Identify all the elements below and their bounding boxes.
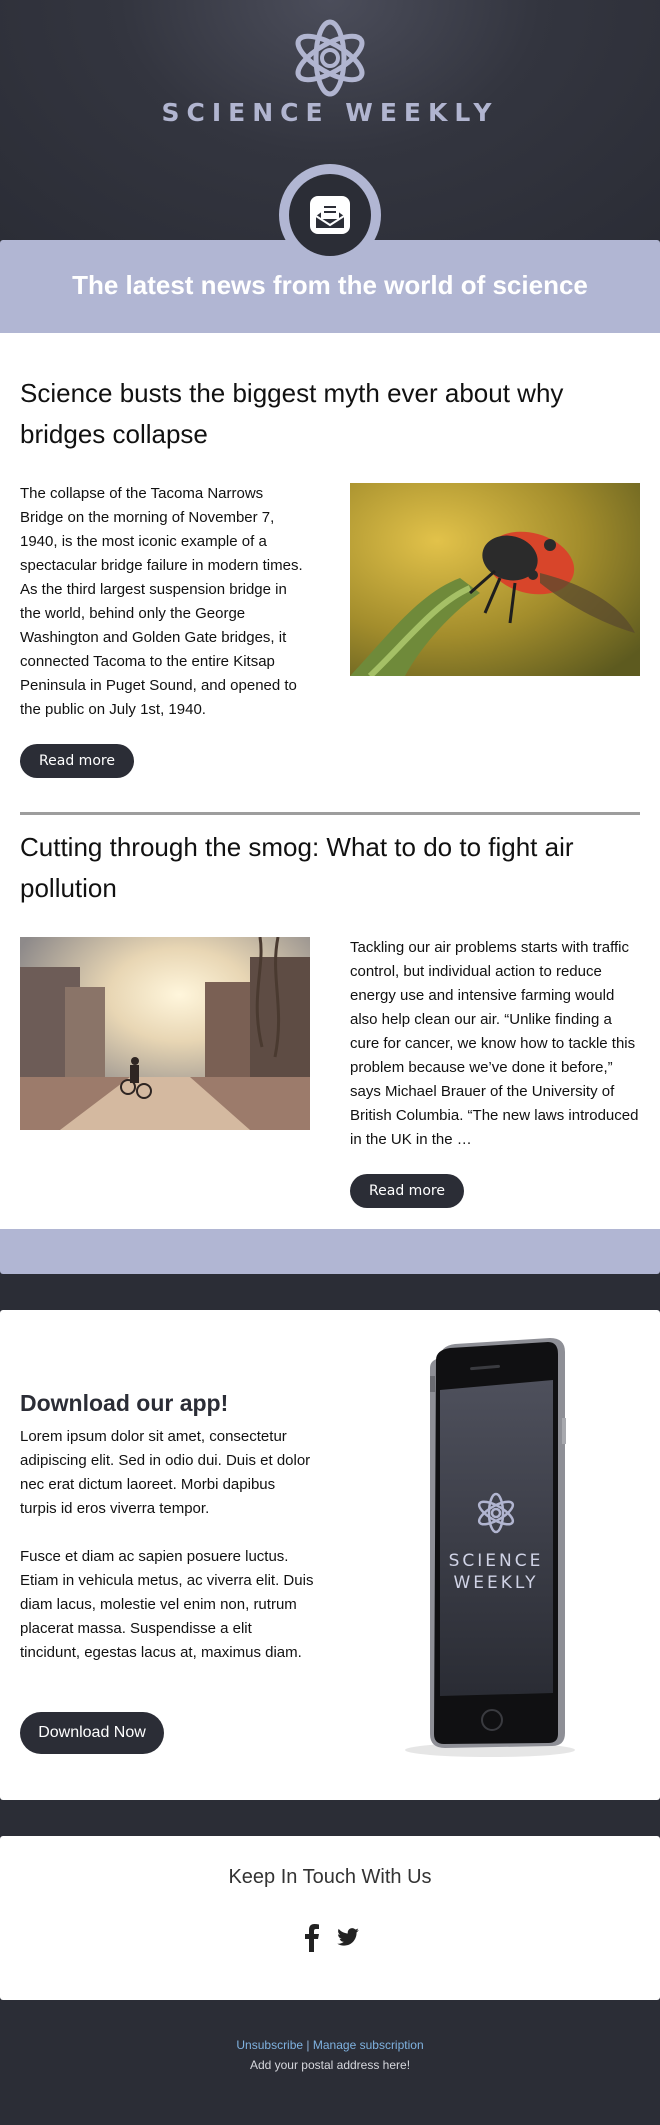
article-2-read-more-button[interactable]: Read more [350,1174,464,1208]
ladybug-photo [350,483,640,676]
articles-section: Science busts the biggest myth ever abou… [0,333,660,1229]
phone-brand-line2: WEEKLY [453,1573,538,1593]
banner-tagline: The latest news from the world of scienc… [72,270,588,300]
social-title: Keep In Touch With Us [228,1866,432,1888]
brand-name: SCIENCE WEEKLY [161,98,499,127]
city-cyclist-photo [20,937,310,1130]
newsletter-page: SCIENCE WEEKLY The latest news from the … [0,0,660,2125]
footer-links: Unsubscribe | Manage subscription [0,2038,660,2052]
facebook-icon[interactable] [304,1924,320,1952]
app-paragraph-2: Fusce et diam ac sapien posuere luctus. … [20,1548,314,1661]
footer-address: Add your postal address here! [249,2058,411,2072]
section-footer-strip [0,1229,660,1274]
unsubscribe-link[interactable]: Unsubscribe [236,2038,303,2052]
app-title: Download our app! [20,1390,229,1416]
footer-separator: | [306,2038,310,2052]
newsletter-badge [279,164,381,266]
app-paragraph-1: Lorem ipsum dolor sit amet, consectetur … [20,1428,311,1517]
article-divider [20,812,640,815]
article-2-title: Cutting through the smog: What to do to … [20,832,574,903]
article-2-body: Tackling our air problems starts with tr… [350,939,639,1148]
phone-mockup-image: SCIENCE WEEKLY [405,1338,575,1757]
atom-logo-icon [295,19,365,97]
app-promo-card: Download our app! Lorem ipsum dolor sit … [0,1310,660,1800]
article-1-body: The collapse of the Tacoma Narrows Bridg… [20,485,303,718]
download-now-button[interactable]: Download Now [20,1712,164,1754]
article-1-read-more-button[interactable]: Read more [20,744,134,778]
twitter-icon[interactable] [337,1928,359,1946]
phone-brand-line1: SCIENCE [449,1551,544,1571]
manage-subscription-link[interactable]: Manage subscription [313,2038,424,2052]
newsletter-envelope-icon [310,196,350,234]
article-1-title: Science busts the biggest myth ever abou… [20,378,564,449]
social-card: Keep In Touch With Us [0,1836,660,2000]
